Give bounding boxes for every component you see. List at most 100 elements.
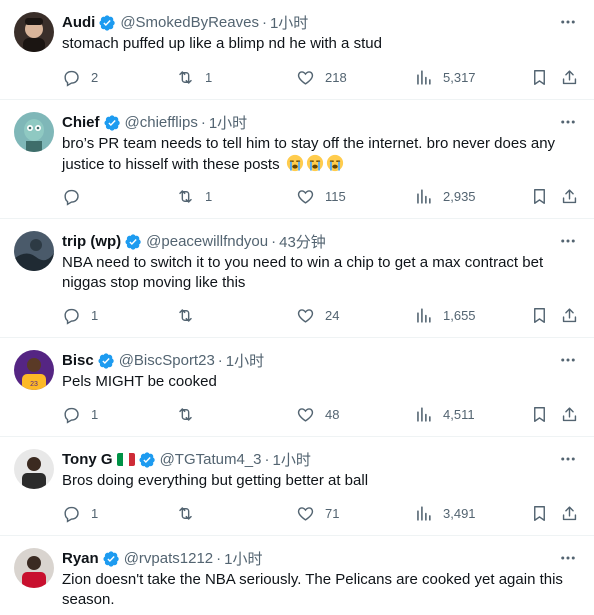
bookmark-button[interactable] — [530, 62, 549, 92]
more-icon[interactable] — [556, 548, 580, 568]
like-button[interactable]: 48 — [296, 399, 339, 429]
share-button[interactable] — [560, 62, 579, 92]
user-handle[interactable]: @BiscSport23 — [119, 352, 215, 369]
display-name[interactable]: trip (wp) — [62, 233, 121, 250]
share-icon — [562, 505, 577, 520]
timestamp[interactable]: 1小时 — [224, 548, 262, 569]
more-icon[interactable] — [556, 112, 580, 132]
share-button[interactable] — [560, 399, 579, 429]
timestamp[interactable]: 1小时 — [226, 350, 264, 371]
tweet[interactable]: 23 Bisc @BiscSport23 · 1小时 Pels MIGHT be… — [0, 338, 594, 437]
reply-button[interactable]: 2 — [62, 62, 98, 92]
views-icon — [417, 406, 431, 422]
tweet-text: Bros doing everything but getting better… — [62, 472, 369, 489]
reply-button[interactable] — [62, 181, 91, 211]
reply-button[interactable]: 1 — [62, 498, 98, 528]
display-name[interactable]: Ryan — [62, 550, 99, 567]
views-button[interactable]: 4,511 — [414, 399, 475, 429]
tweet[interactable]: trip (wp) @peacewillfndyou · 43分钟 NBA ne… — [0, 219, 594, 338]
user-handle[interactable]: @TGTatum4_3 — [160, 451, 262, 468]
views-button[interactable]: 1,655 — [414, 300, 476, 330]
views-icon — [417, 307, 431, 323]
action-bar: 1 115 2,935 — [56, 181, 586, 211]
like-icon — [297, 308, 314, 323]
bookmark-button[interactable] — [530, 498, 549, 528]
display-name[interactable]: Audi — [62, 14, 95, 31]
user-handle[interactable]: @SmokedByReaves — [120, 14, 259, 31]
repost-icon — [179, 70, 192, 84]
svg-text:23: 23 — [30, 381, 38, 388]
avatar[interactable]: 23 — [14, 350, 54, 390]
like-button[interactable]: 24 — [296, 300, 339, 330]
reply-button[interactable]: 1 — [62, 300, 98, 330]
reply-count: 1 — [91, 307, 99, 323]
tweet[interactable]: Audi @SmokedByReaves · 1小时 stomach puffe… — [0, 0, 594, 100]
repost-button[interactable]: 1 — [176, 62, 212, 92]
timestamp[interactable]: 1小时 — [209, 112, 247, 133]
tweet[interactable]: Tony G @TGTatum4_3 · 1小时 Bros doing ever… — [0, 437, 594, 536]
tweet-text: Zion doesn't take the NBA seriously. The… — [62, 571, 563, 608]
views-icon — [417, 505, 431, 521]
bookmark-button[interactable] — [530, 300, 549, 330]
reply-button[interactable]: 1 — [62, 399, 98, 429]
display-name[interactable]: Chief — [62, 114, 100, 131]
more-icon[interactable] — [556, 350, 580, 370]
like-count: 115 — [325, 188, 346, 204]
avatar[interactable] — [14, 112, 54, 152]
bookmark-icon — [534, 505, 545, 521]
like-button[interactable]: 115 — [296, 181, 346, 211]
timestamp[interactable]: 43分钟 — [279, 231, 326, 252]
display-name[interactable]: Tony G — [62, 451, 113, 468]
share-icon — [562, 69, 577, 84]
verified-badge-icon — [125, 233, 141, 250]
share-button[interactable] — [560, 300, 579, 330]
reply-icon — [64, 506, 79, 523]
more-icon[interactable] — [556, 231, 580, 251]
action-bar: 2 1 218 5,317 — [56, 62, 586, 92]
timestamp[interactable]: 1小时 — [270, 12, 308, 33]
repost-icon — [179, 189, 192, 203]
more-icon[interactable] — [556, 12, 580, 32]
repost-button[interactable]: 1 — [176, 181, 212, 211]
loudly-crying-face-icon — [306, 154, 323, 172]
tweet-text: Pels MIGHT be cooked — [62, 373, 217, 390]
tweet-text: bro’s PR team needs to tell him to stay … — [62, 134, 577, 175]
avatar[interactable] — [14, 548, 54, 588]
views-count: 4,511 — [443, 406, 475, 422]
display-name[interactable]: Bisc — [62, 352, 94, 369]
bookmark-icon — [534, 69, 545, 85]
reply-icon — [64, 407, 79, 424]
views-icon — [417, 69, 431, 85]
bookmark-button[interactable] — [530, 399, 549, 429]
views-button[interactable]: 5,317 — [414, 62, 476, 92]
loudly-crying-face-icon — [286, 154, 303, 172]
share-button[interactable] — [560, 181, 579, 211]
more-icon[interactable] — [556, 449, 580, 469]
separator-dot: · — [271, 232, 277, 250]
bookmark-icon — [534, 406, 545, 422]
like-button[interactable]: 71 — [296, 498, 339, 528]
views-button[interactable]: 2,935 — [414, 181, 476, 211]
views-count: 5,317 — [443, 69, 476, 85]
tweet[interactable]: Chief @chiefflips · 1小时 bro’s PR team ne… — [0, 100, 594, 219]
repost-button[interactable] — [176, 498, 205, 528]
user-handle[interactable]: @rvpats1212 — [124, 550, 213, 567]
timestamp[interactable]: 1小时 — [273, 449, 311, 470]
bookmark-button[interactable] — [530, 181, 549, 211]
share-button[interactable] — [560, 498, 579, 528]
action-bar: 1 48 4,511 — [56, 399, 586, 429]
user-handle[interactable]: @chiefflips — [125, 114, 198, 131]
repost-button[interactable] — [176, 300, 205, 330]
avatar[interactable] — [14, 231, 54, 271]
views-button[interactable]: 3,491 — [414, 498, 476, 528]
tweet[interactable]: Ryan @rvpats1212 · 1小时 Zion doesn't take… — [0, 536, 594, 615]
like-count: 24 — [325, 307, 340, 323]
like-button[interactable]: 218 — [296, 62, 347, 92]
avatar[interactable] — [14, 12, 54, 52]
reply-icon — [64, 308, 79, 325]
user-handle[interactable]: @peacewillfndyou — [146, 233, 268, 250]
repost-button[interactable] — [176, 399, 205, 429]
reply-icon — [64, 70, 79, 87]
views-icon — [417, 188, 431, 204]
avatar[interactable] — [14, 449, 54, 489]
